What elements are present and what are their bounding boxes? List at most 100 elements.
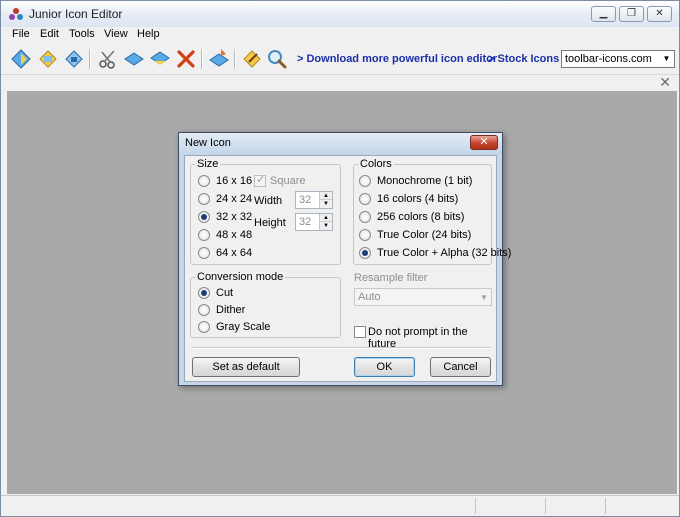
conversion-group-label: Conversion mode — [195, 271, 286, 283]
new-icon-dialog: New Icon ✕ Size 16 x 16 24 x 24 32 x 32 … — [178, 132, 511, 386]
cancel-button[interactable]: Cancel — [430, 357, 491, 377]
dialog-body: Size 16 x 16 24 x 24 32 x 32 48 x 48 64 … — [184, 155, 511, 382]
site-combo-value: toolbar-icons.com — [565, 53, 652, 65]
radio-button[interactable] — [198, 247, 210, 259]
set-default-button[interactable]: Set as default — [192, 357, 300, 377]
size-option-label: 32 x 32 — [216, 211, 253, 223]
dialog-close-button[interactable]: ✕ — [470, 135, 498, 150]
color-option-label: Monochrome (1 bit) — [377, 175, 473, 187]
colors-group: Colors Monochrome (1 bit) 16 colors (4 b… — [353, 158, 511, 265]
color-option-label: True Color (24 bits) — [377, 229, 472, 241]
colors-group-label: Colors — [358, 158, 394, 170]
new-icon[interactable] — [9, 47, 33, 71]
color-option-label: 16 colors (4 bits) — [377, 193, 459, 205]
maximize-button[interactable]: ❐ — [619, 6, 644, 22]
toolbar-separator — [201, 49, 203, 69]
size-option-label: 64 x 64 — [216, 247, 253, 259]
resample-filter-label: Resample filter — [354, 272, 428, 284]
radio-button-checked[interactable] — [198, 287, 210, 299]
window-title: Junior Icon Editor — [29, 7, 123, 21]
radio-button[interactable] — [359, 193, 371, 205]
restore-icon: ❐ — [627, 8, 636, 19]
radio-button[interactable] — [359, 211, 371, 223]
spin-up-icon[interactable]: ▲ — [320, 214, 332, 222]
edit-icon[interactable] — [240, 47, 264, 71]
size-option-label: 24 x 24 — [216, 193, 253, 205]
stock-icons-link[interactable]: > Stock Icons — [488, 53, 559, 65]
square-label: Square — [270, 175, 306, 187]
open-icon[interactable] — [36, 47, 60, 71]
width-stepper[interactable]: 32 ▲ ▼ — [295, 191, 333, 209]
status-cell — [545, 498, 605, 514]
menu-help[interactable]: Help — [137, 28, 160, 40]
width-stepper-buttons[interactable]: ▲ ▼ — [319, 192, 332, 208]
zoom-icon[interactable] — [265, 47, 289, 71]
import-icon[interactable] — [207, 47, 231, 71]
menu-tools[interactable]: Tools — [69, 28, 95, 40]
paste-icon[interactable] — [148, 47, 172, 71]
app-logo-icon — [9, 8, 23, 20]
height-stepper-buttons[interactable]: ▲ ▼ — [319, 214, 332, 230]
spin-down-icon[interactable]: ▼ — [320, 200, 332, 208]
chevron-down-icon: ▼ — [662, 54, 671, 63]
app-window: Junior Icon Editor ▁ ❐ ✕ File Edit Tools… — [0, 0, 680, 517]
ok-button[interactable]: OK — [354, 357, 415, 377]
resample-filter-select[interactable]: Auto ▼ — [354, 288, 492, 306]
width-label: Width — [254, 195, 283, 207]
radio-button[interactable] — [198, 304, 210, 316]
status-cell — [605, 498, 679, 514]
copy-icon[interactable] — [122, 47, 146, 71]
site-combo[interactable]: toolbar-icons.com ▼ — [561, 50, 675, 68]
cut-icon[interactable] — [96, 47, 120, 71]
menu-edit[interactable]: Edit — [40, 28, 59, 40]
radio-button[interactable] — [359, 175, 371, 187]
color-option-label: 256 colors (8 bits) — [377, 211, 465, 223]
close-icon: ✕ — [655, 8, 664, 19]
dialog-title: New Icon — [185, 137, 231, 149]
size-option-label: 16 x 16 — [216, 175, 253, 187]
radio-button[interactable] — [359, 229, 371, 241]
menu-bar: File Edit Tools View Help — [1, 27, 679, 43]
status-bar — [1, 495, 679, 516]
conversion-option-label: Gray Scale — [216, 321, 271, 333]
minimize-button[interactable]: ▁ — [591, 6, 616, 22]
close-window-button[interactable]: ✕ — [647, 6, 672, 22]
menu-view[interactable]: View — [104, 28, 128, 40]
chevron-down-icon: ▼ — [480, 293, 488, 302]
dialog-title-bar[interactable]: New Icon ✕ — [179, 133, 502, 153]
dialog-divider — [191, 347, 490, 349]
title-bar[interactable]: Junior Icon Editor ▁ ❐ ✕ — [1, 1, 679, 27]
radio-button[interactable] — [198, 229, 210, 241]
conversion-option-label: Cut — [216, 287, 234, 299]
close-document-icon[interactable]: ✕ — [659, 74, 671, 91]
toolbar-separator — [89, 49, 91, 69]
color-option-label: True Color + Alpha (32 bits) — [377, 247, 512, 259]
status-cell — [475, 498, 545, 514]
close-icon: ✕ — [479, 136, 489, 148]
height-value: 32 — [299, 216, 312, 228]
height-stepper[interactable]: 32 ▲ ▼ — [295, 213, 333, 231]
conversion-group: Conversion mode Cut Dither Gray Scale — [190, 271, 341, 338]
size-group-label: Size — [195, 158, 221, 170]
square-checkbox[interactable] — [254, 173, 266, 187]
resample-filter-value: Auto — [358, 291, 381, 303]
menu-file[interactable]: File — [12, 28, 30, 40]
radio-button-checked[interactable] — [359, 247, 371, 259]
minimize-icon: ▁ — [599, 8, 608, 19]
document-tab-strip: ✕ — [1, 74, 679, 91]
save-icon[interactable] — [62, 47, 86, 71]
size-option-label: 48 x 48 — [216, 229, 253, 241]
radio-button-checked[interactable] — [198, 211, 210, 223]
size-group: Size 16 x 16 24 x 24 32 x 32 48 x 48 64 … — [190, 158, 341, 265]
height-label: Height — [254, 217, 286, 229]
delete-icon[interactable] — [174, 47, 198, 71]
radio-button[interactable] — [198, 175, 210, 187]
no-prompt-checkbox[interactable] — [354, 326, 366, 338]
download-editor-link[interactable]: > Download more powerful icon editor — [297, 53, 497, 65]
spin-up-icon[interactable]: ▲ — [320, 192, 332, 200]
conversion-option-label: Dither — [216, 304, 246, 316]
spin-down-icon[interactable]: ▼ — [320, 222, 332, 230]
radio-button[interactable] — [198, 321, 210, 333]
toolbar-separator — [234, 49, 236, 69]
radio-button[interactable] — [198, 193, 210, 205]
